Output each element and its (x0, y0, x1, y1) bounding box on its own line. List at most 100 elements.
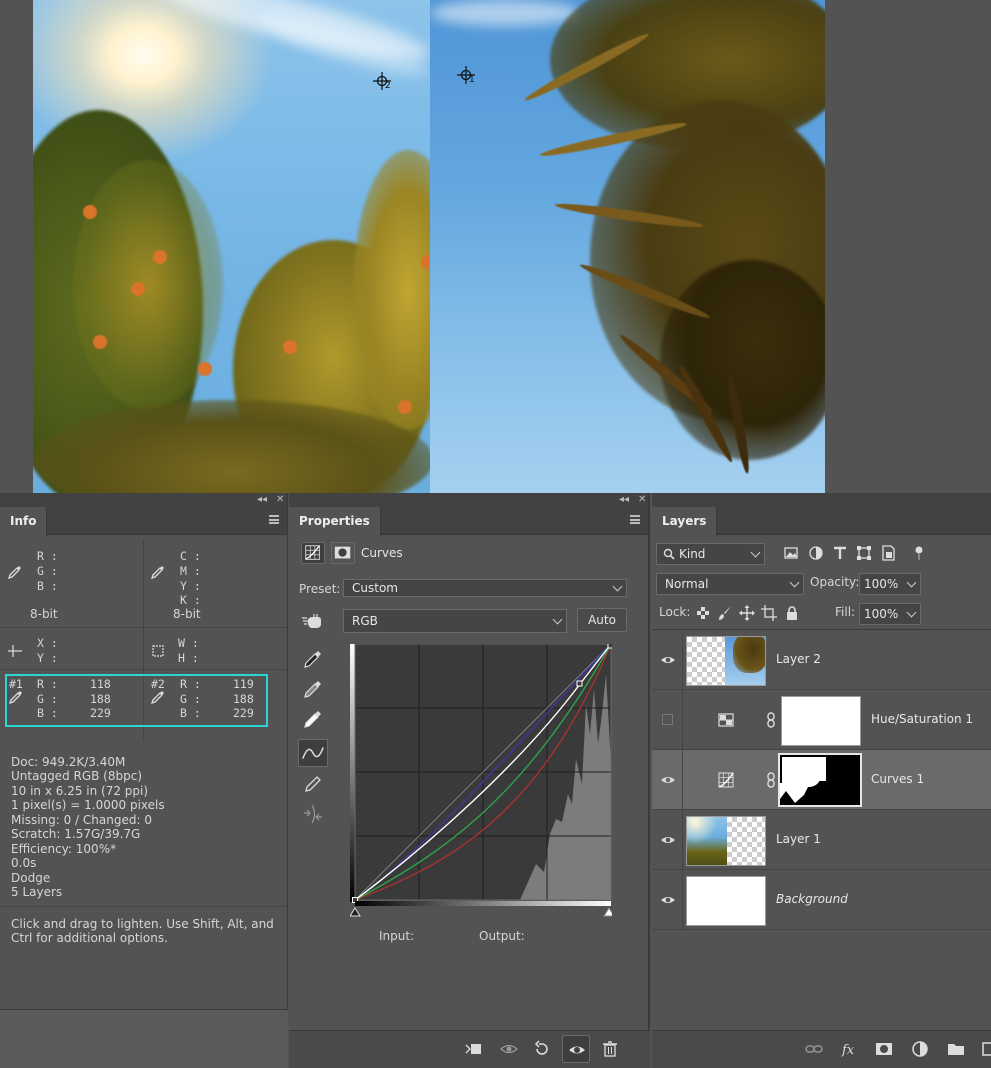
layer-thumbnail (686, 816, 766, 866)
lock-transparency-icon[interactable] (695, 605, 711, 621)
filter-smart-object-icon[interactable] (880, 545, 896, 561)
trash-icon[interactable] (600, 1039, 620, 1059)
visibility-eye-icon[interactable] (660, 832, 676, 848)
preset-dropdown[interactable]: Custom (343, 579, 627, 597)
on-image-adjustment-icon[interactable] (300, 608, 326, 634)
info-b-label: B : (37, 579, 58, 593)
divider (0, 906, 288, 907)
layer-row-layer-1[interactable]: Layer 1 (652, 810, 991, 870)
sampler-1-r-value: 118 (90, 677, 111, 691)
gray-point-eyedropper-icon[interactable] (300, 675, 326, 701)
info-k-label: K : (180, 593, 201, 607)
lock-artboard-icon[interactable] (761, 605, 777, 621)
doc-info-line: Doc: 949.2K/3.40M (11, 755, 126, 769)
add-mask-icon[interactable] (874, 1039, 894, 1059)
color-sampler-2[interactable]: 2 (373, 72, 391, 91)
filter-type-icon[interactable] (832, 545, 848, 561)
new-layer-icon[interactable] (980, 1039, 991, 1059)
layer-mask-thumbnail[interactable] (778, 753, 862, 807)
close-icon[interactable]: ✕ (276, 494, 284, 505)
smooth-curve-icon (300, 801, 326, 827)
filter-shape-icon[interactable] (856, 545, 872, 561)
view-previous-state-icon[interactable] (499, 1039, 519, 1059)
black-input-slider[interactable] (350, 907, 361, 917)
visibility-eye-icon[interactable] (660, 652, 676, 668)
link-icon[interactable] (766, 772, 776, 788)
white-point-eyedropper-icon[interactable] (300, 705, 326, 731)
tab-info[interactable]: Info (0, 507, 48, 536)
clip-to-layer-icon[interactable] (464, 1039, 484, 1059)
sampler-2-r-label: R : (180, 677, 201, 691)
lock-all-icon[interactable] (784, 605, 800, 621)
curves-adjustment-icon[interactable] (301, 542, 325, 564)
curves-icon (718, 772, 734, 788)
layer-mask-thumbnail[interactable] (781, 696, 861, 746)
pencil-icon[interactable] (300, 771, 326, 797)
sampler-1-g-value: 188 (90, 692, 111, 706)
toggle-visibility-icon[interactable] (562, 1035, 590, 1063)
curve-control-point[interactable] (576, 680, 583, 687)
document-canvas[interactable]: 2 1 (0, 0, 991, 493)
auto-button[interactable]: Auto (577, 608, 627, 632)
link-layers-icon[interactable] (804, 1039, 824, 1059)
sampler-1-b-value: 229 (90, 706, 111, 720)
input-sliders[interactable] (350, 907, 612, 919)
eyedropper-icon[interactable] (7, 564, 23, 580)
divider (682, 870, 683, 930)
new-group-folder-icon[interactable] (946, 1039, 966, 1059)
properties-tabbar: Properties (289, 507, 648, 536)
chevron-down-icon (789, 577, 800, 588)
layer-name: Curves 1 (871, 772, 925, 786)
sampler-2-number: 2 (385, 81, 391, 91)
black-point-eyedropper-icon[interactable] (300, 645, 326, 671)
layer-style-fx-icon[interactable]: fx (840, 1039, 860, 1059)
filter-adjustment-icon[interactable] (808, 545, 824, 561)
reset-icon[interactable] (532, 1039, 552, 1059)
panel-topbar: ◂◂ ✕ (289, 493, 648, 507)
panel-menu-icon[interactable] (269, 515, 279, 524)
fill-label: Fill: (835, 605, 856, 619)
layer-row-hue-saturation-1[interactable]: Hue/Saturation 1 (652, 690, 991, 750)
fill-input[interactable]: 100% (859, 603, 921, 625)
curve-control-point[interactable] (607, 644, 612, 649)
collapse-panel-icon[interactable]: ◂◂ (619, 494, 629, 505)
selection-size-icon (150, 643, 166, 659)
doc-info-line: Efficiency: 100%* (11, 842, 117, 856)
visibility-toggle-off[interactable] (662, 714, 673, 725)
opacity-input[interactable]: 100% (859, 573, 921, 595)
curve-point-edit-icon[interactable] (298, 739, 328, 767)
orange-fruit (153, 250, 167, 264)
sampler-1-b-label: B : (37, 706, 58, 720)
chevron-down-icon (612, 581, 623, 592)
layer-row-layer-2[interactable]: Layer 2 (652, 630, 991, 690)
white-input-slider[interactable] (603, 907, 612, 917)
curves-graph[interactable] (350, 644, 612, 908)
mask-white-area (780, 783, 810, 803)
layer-filter-buttons (783, 545, 958, 561)
chevron-down-icon (750, 547, 761, 558)
layer-filter-dropdown[interactable]: Kind (656, 543, 765, 565)
info-bit-depth: 8-bit (173, 607, 201, 621)
collapse-panel-icon[interactable]: ◂◂ (257, 494, 267, 505)
layer-row-background[interactable]: Background (652, 870, 991, 930)
channel-value: RGB (352, 614, 378, 628)
layer-row-curves-1[interactable]: Curves 1 (652, 750, 991, 810)
tab-properties[interactable]: Properties (289, 507, 381, 536)
mask-icon[interactable] (331, 542, 355, 564)
blend-mode-dropdown[interactable]: Normal (656, 573, 804, 595)
close-icon[interactable]: ✕ (638, 494, 646, 505)
lock-position-icon[interactable] (739, 605, 755, 621)
visibility-eye-icon[interactable] (660, 772, 676, 788)
eyedropper-icon[interactable] (150, 564, 166, 580)
layers-tabbar: Layers (652, 507, 991, 536)
new-adjustment-layer-icon[interactable] (910, 1039, 930, 1059)
channel-dropdown[interactable]: RGB (343, 609, 567, 633)
visibility-eye-icon[interactable] (660, 892, 676, 908)
lock-brush-icon[interactable] (717, 605, 733, 621)
color-sampler-1[interactable]: 1 (457, 66, 475, 85)
link-icon[interactable] (766, 712, 776, 728)
filter-toggle-icon[interactable] (911, 545, 927, 561)
tab-layers[interactable]: Layers (652, 507, 718, 536)
panel-menu-icon[interactable] (630, 515, 640, 524)
filter-pixel-icon[interactable] (783, 545, 799, 561)
